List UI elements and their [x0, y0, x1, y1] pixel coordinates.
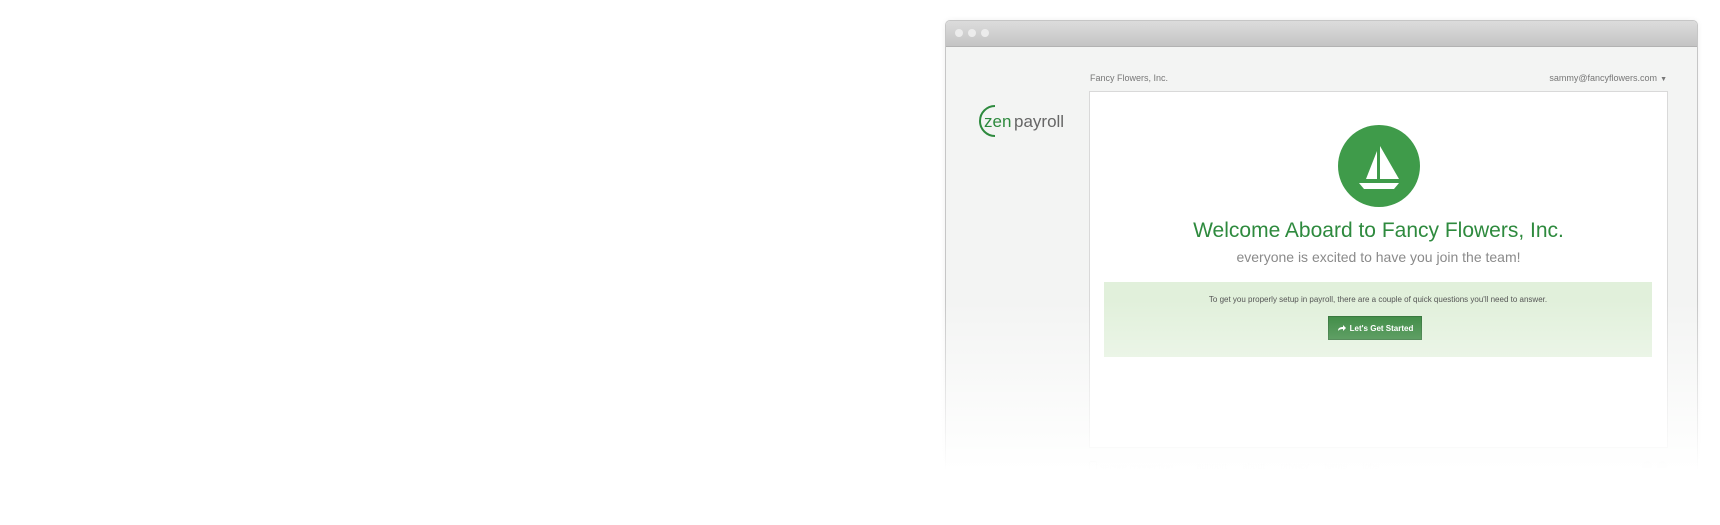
lock-icon	[1089, 461, 1097, 471]
social-links	[1637, 461, 1667, 473]
secure-connection: secure connection	[1089, 461, 1173, 472]
welcome-card: Welcome Aboard to Fancy Flowers, Inc. ev…	[1089, 91, 1668, 448]
get-started-label: Let's Get Started	[1349, 323, 1414, 333]
company-name: Fancy Flowers, Inc.	[1090, 73, 1169, 83]
twitter-icon[interactable]	[1642, 461, 1652, 471]
get-started-button[interactable]: Let's Get Started	[1328, 316, 1422, 340]
footer-link-support[interactable]: support	[1197, 461, 1227, 471]
footer: secure connection support about privacy …	[1089, 461, 1667, 475]
sailboat-icon	[1338, 125, 1420, 207]
secure-connection-label: secure connection	[1100, 462, 1174, 472]
app-content: zen payroll Fancy Flowers, Inc. sammy@fa…	[946, 47, 1697, 481]
maximize-window-button[interactable]	[981, 29, 989, 37]
welcome-subtitle: everyone is excited to have you join the…	[1236, 249, 1521, 265]
caret-down-icon: ▼	[1660, 76, 1667, 83]
callout-text: To get you properly setup in payroll, th…	[1208, 295, 1548, 304]
logo-text-zen: zen	[984, 112, 1011, 131]
footer-link-about[interactable]: about	[1243, 461, 1266, 471]
facebook-icon[interactable]	[1657, 461, 1667, 471]
zenpayroll-logo[interactable]: zen payroll	[976, 102, 1076, 142]
share-arrow-icon	[1337, 325, 1346, 331]
browser-window: zen payroll Fancy Flowers, Inc. sammy@fa…	[945, 20, 1698, 481]
close-window-button[interactable]	[955, 29, 963, 37]
title-bar	[946, 21, 1697, 47]
footer-link-privacy[interactable]: privacy	[1281, 461, 1310, 471]
minimize-window-button[interactable]	[968, 29, 976, 37]
logo-text-payroll: payroll	[1014, 112, 1064, 131]
user-email: sammy@fancyflowers.com	[1549, 73, 1658, 83]
onboarding-callout: To get you properly setup in payroll, th…	[1104, 282, 1652, 357]
footer-link-jobs[interactable]: jobs	[1363, 461, 1380, 471]
welcome-title: Welcome Aboard to Fancy Flowers, Inc.	[1193, 219, 1564, 242]
user-menu[interactable]: sammy@fancyflowers.com ▼	[1549, 73, 1667, 83]
footer-links: support about privacy terms jobs	[1197, 461, 1392, 471]
footer-link-terms[interactable]: terms	[1325, 461, 1348, 471]
